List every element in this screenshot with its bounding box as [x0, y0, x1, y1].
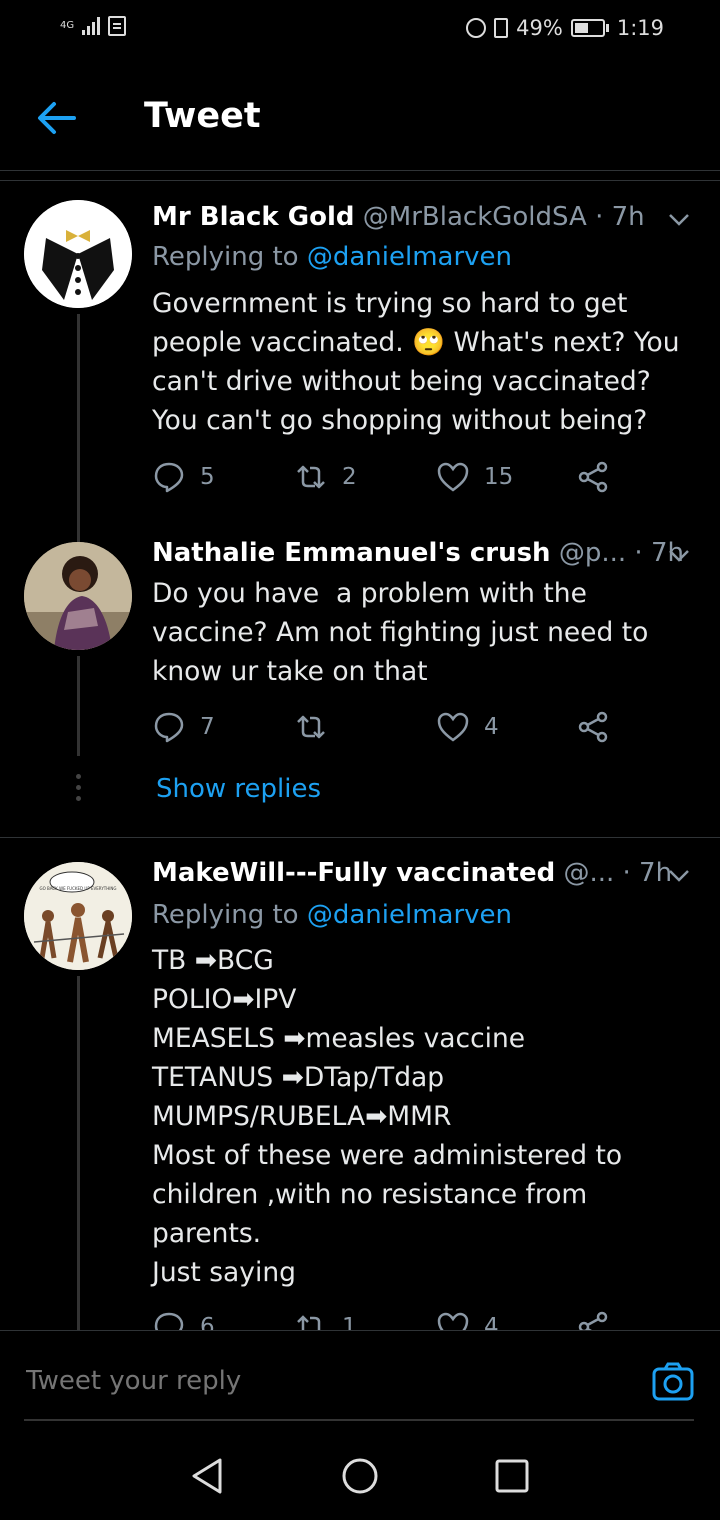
reply-icon: [154, 462, 184, 493]
thread-line: [77, 314, 80, 530]
like-icon: [437, 1312, 469, 1330]
retweet-button[interactable]: [294, 710, 342, 744]
retweet-count: 1: [342, 1314, 357, 1330]
signal-icon: [82, 17, 101, 35]
status-left: 4G: [60, 16, 127, 36]
status-right: 49% 1:19: [466, 16, 664, 40]
app-header: Tweet: [0, 62, 720, 171]
reply-composer: [0, 1330, 720, 1421]
reply-count: 7: [200, 714, 215, 740]
share-icon: [578, 461, 608, 493]
battery-icon: [570, 19, 609, 37]
like-button[interactable]: 15: [436, 460, 513, 494]
battery-percent: 49%: [516, 16, 563, 40]
tweet-text: TB ➡BCG POLIO➡IPV MEASELS ➡measles vacci…: [152, 945, 623, 1288]
back-arrow-icon[interactable]: [36, 100, 76, 136]
header-divider: [0, 180, 720, 181]
reply-button[interactable]: 5: [152, 460, 215, 494]
tweet-header: Mr Black Gold @MrBlackGoldSA · 7h: [152, 202, 690, 232]
camera-icon[interactable]: [652, 1361, 694, 1403]
like-button[interactable]: 4: [436, 1310, 499, 1330]
like-count: 4: [484, 714, 499, 740]
reply-icon: [154, 712, 184, 743]
retweet-icon: [297, 1315, 321, 1330]
system-nav-bar: [0, 1422, 720, 1520]
avatar[interactable]: [24, 200, 132, 308]
cavemen-meme-icon: [24, 862, 132, 970]
nav-home-icon[interactable]: [340, 1456, 380, 1496]
tweet-header: Nathalie Emmanuel's crush @p... · 7h: [152, 538, 690, 568]
notification-icon: [108, 16, 127, 36]
reply-underline: [24, 1419, 694, 1421]
retweet-icon: [297, 715, 325, 739]
display-name[interactable]: MakeWill---Fully vaccinated: [152, 858, 555, 888]
thread-line: [77, 530, 80, 542]
replying-prefix: Replying to: [152, 242, 307, 272]
alarm-icon: [466, 18, 487, 38]
chevron-down-icon[interactable]: [668, 544, 690, 566]
profile-photo-icon: [24, 542, 132, 650]
retweet-button[interactable]: 2: [294, 460, 357, 494]
tweet-text: Government is trying so hard to get peop…: [152, 284, 697, 440]
like-count: 4: [484, 1314, 499, 1330]
share-icon: [578, 711, 608, 743]
tweet-actions: 5 2 15: [152, 460, 622, 500]
thread-line: [77, 976, 80, 1330]
vibrate-icon: [494, 18, 509, 38]
clock: 1:19: [616, 16, 664, 40]
like-icon: [437, 712, 469, 742]
thread-line: [77, 656, 80, 756]
like-count: 15: [484, 464, 514, 490]
display-name[interactable]: Nathalie Emmanuel's crush: [152, 538, 551, 568]
tweet-header: MakeWill---Fully vaccinated @... · 7h: [152, 858, 690, 888]
show-replies-link[interactable]: Show replies: [156, 774, 321, 804]
page-title: Tweet: [144, 96, 261, 136]
avatar-text: GO BACK WE FUCKED UP EVERYTHING: [39, 886, 117, 891]
mention-link[interactable]: @danielmarven: [307, 900, 512, 930]
reply-count: 5: [200, 464, 215, 490]
avatar[interactable]: [24, 542, 132, 650]
share-button[interactable]: [576, 460, 610, 494]
chevron-down-icon[interactable]: [668, 864, 690, 886]
share-button[interactable]: [576, 710, 610, 744]
user-handle: @MrBlackGoldSA: [362, 202, 587, 232]
timestamp: · 7h: [595, 202, 645, 232]
section-divider: [0, 837, 720, 838]
like-button[interactable]: 4: [436, 710, 499, 744]
nav-recents-icon[interactable]: [492, 1456, 532, 1496]
display-name[interactable]: Mr Black Gold: [152, 202, 355, 232]
like-icon: [437, 462, 469, 492]
user-handle: @...: [563, 858, 615, 888]
thread-dots: [73, 774, 83, 807]
retweet-count: 2: [342, 464, 357, 490]
user-handle: @p...: [558, 538, 627, 568]
tweet[interactable]: Mr Black Gold @MrBlackGoldSA · 7h Replyi…: [0, 190, 720, 530]
share-icon: [578, 1311, 608, 1330]
tweet-actions: 6 1 4: [152, 1310, 622, 1330]
retweet-icon: [297, 465, 325, 489]
chevron-down-icon[interactable]: [668, 208, 690, 230]
nav-back-icon[interactable]: [188, 1456, 228, 1496]
mention-link[interactable]: @danielmarven: [307, 242, 512, 272]
retweet-button[interactable]: 1: [294, 1310, 357, 1330]
tweet[interactable]: Nathalie Emmanuel's crush @p... · 7h Do …: [0, 530, 720, 840]
reply-count: 6: [200, 1314, 215, 1330]
network-type: 4G: [60, 20, 75, 31]
reply-icon: [154, 1312, 184, 1330]
tweet-actions: 7 4: [152, 710, 622, 750]
tweet-text: Do you have a problem with the vaccine? …: [152, 578, 649, 687]
eye-roll-emoji: 🙄: [412, 327, 446, 358]
tuxedo-logo-icon: [24, 200, 132, 308]
timestamp: · 7h: [622, 858, 673, 888]
replying-to: Replying to @danielmarven: [152, 900, 512, 930]
replying-to: Replying to @danielmarven: [152, 242, 512, 272]
tweet[interactable]: GO BACK WE FUCKED UP EVERYTHING MakeWill…: [0, 848, 720, 1330]
status-bar: 4G 49% 1:19: [0, 0, 720, 62]
replying-prefix: Replying to: [152, 900, 307, 930]
reply-button[interactable]: 6: [152, 1310, 215, 1330]
reply-input[interactable]: [24, 1365, 588, 1397]
reply-button[interactable]: 7: [152, 710, 215, 744]
share-button[interactable]: [576, 1310, 610, 1330]
avatar[interactable]: [24, 862, 132, 970]
